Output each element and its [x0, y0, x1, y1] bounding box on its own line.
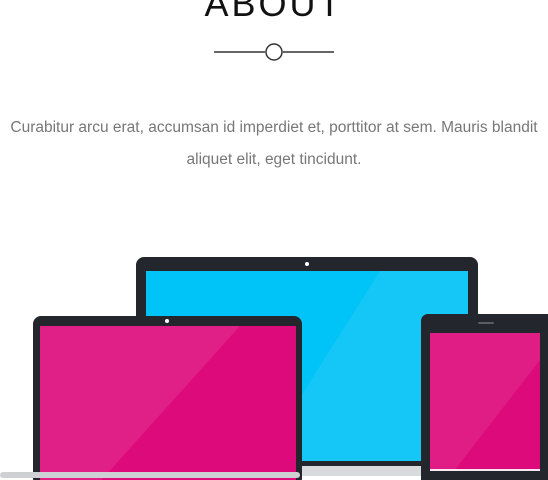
intro-text: Curabitur arcu erat, accumsan id imperdi… [0, 112, 548, 176]
laptop-front-camera [165, 319, 169, 323]
title-divider [214, 43, 334, 61]
intro-line-2: aliquet elit, eget tincidunt. [186, 150, 362, 168]
divider-circle [265, 43, 283, 61]
tablet-speaker [478, 322, 494, 324]
tablet-screen-edge [430, 469, 540, 471]
laptop-front [33, 316, 302, 480]
section-title: ABOUT [204, 0, 344, 24]
intro-line-1: Curabitur arcu erat, accumsan id imperdi… [10, 118, 538, 136]
devices-illustration [0, 257, 548, 480]
front-base-bar [0, 472, 300, 478]
laptop-back-camera [305, 262, 309, 266]
about-section: ABOUT Curabitur arcu erat, accumsan id i… [0, 0, 548, 480]
tablet [421, 314, 548, 480]
